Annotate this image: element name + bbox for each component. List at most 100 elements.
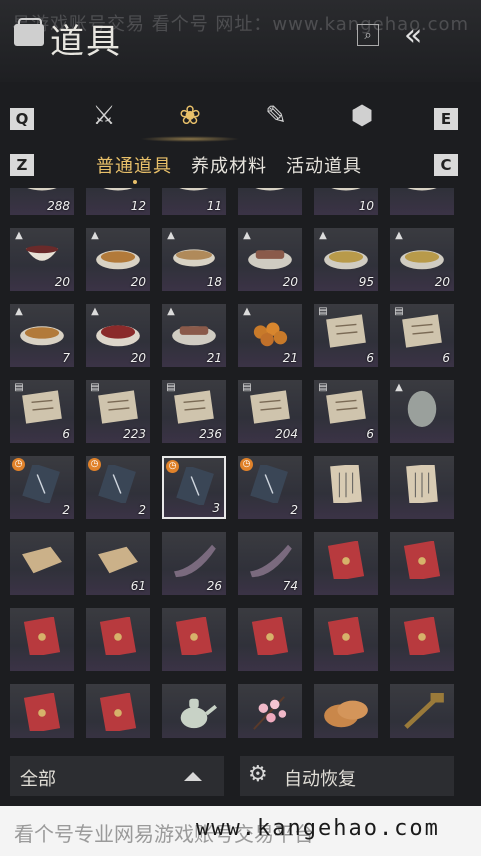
bowl-icon <box>179 188 209 191</box>
envelope-icon <box>403 617 441 655</box>
inventory-slot[interactable]: ◷ 2 <box>86 456 150 519</box>
inventory-slot[interactable] <box>390 608 454 671</box>
inventory-slot[interactable] <box>10 532 74 595</box>
inventory-slot[interactable] <box>86 608 150 671</box>
item-quantity: 61 <box>130 579 146 593</box>
inventory-slot[interactable]: ▤ 204 <box>238 380 302 443</box>
tab-weapons[interactable]: ⚔ <box>84 96 124 136</box>
inventory-slot[interactable] <box>314 532 378 595</box>
item-quantity: 288 <box>47 199 70 213</box>
envelope-icon <box>23 617 61 655</box>
inventory-slot[interactable]: ▤ 6 <box>314 380 378 443</box>
item-quantity: 20 <box>130 351 146 365</box>
inventory-slot[interactable]: 288 <box>10 188 74 215</box>
key-e[interactable]: E <box>434 108 458 130</box>
upgrade-badge-icon: ▲ <box>395 382 403 393</box>
inventory-slot[interactable]: ◷ 2 <box>10 456 74 519</box>
inventory-slot[interactable]: 26 <box>162 532 226 595</box>
cloth-icon <box>22 546 62 574</box>
bowl-icon <box>331 188 361 191</box>
inventory-slot[interactable] <box>10 684 74 738</box>
inventory-slot[interactable]: ▲ 20 <box>10 228 74 291</box>
inventory-slot[interactable] <box>314 456 378 519</box>
item-quantity: 20 <box>54 275 70 289</box>
tab-scrolls[interactable]: ✎ <box>256 96 296 136</box>
upgrade-badge-icon: ▲ <box>243 230 251 241</box>
filter-label: 全部 <box>20 769 56 790</box>
item-quantity: 2 <box>138 503 146 517</box>
key-z[interactable]: Z <box>10 154 34 176</box>
inventory-slot[interactable] <box>10 608 74 671</box>
inventory-slot[interactable]: ▲ 21 <box>238 304 302 367</box>
envelope-icon <box>327 541 365 579</box>
bag-icon <box>14 18 44 46</box>
inventory-slot[interactable]: ▲ 7 <box>10 304 74 367</box>
inventory-slot[interactable]: ▲ 18 <box>162 228 226 291</box>
inventory-slot[interactable] <box>162 608 226 671</box>
inventory-slot[interactable]: ▤ 6 <box>10 380 74 443</box>
tab-items[interactable]: ❀ <box>170 96 210 136</box>
subtab-event-items[interactable]: 活动道具 <box>286 152 362 178</box>
inventory-slot[interactable] <box>390 684 454 738</box>
document-badge-icon: ▤ <box>14 382 24 393</box>
inventory-slot[interactable]: 10 <box>314 188 378 215</box>
inventory-slot[interactable] <box>162 684 226 738</box>
inventory-slot[interactable]: 12 <box>86 188 150 215</box>
document-badge-icon: ▤ <box>394 306 404 317</box>
egg-icon <box>407 390 437 427</box>
inventory-slot[interactable]: ▲ 95 <box>314 228 378 291</box>
bowl-icon <box>255 188 285 191</box>
inventory-slot[interactable] <box>238 684 302 738</box>
inventory-slot[interactable]: ◷ 2 <box>238 456 302 519</box>
inventory-slot[interactable]: ▤ 223 <box>86 380 150 443</box>
inventory-slot[interactable]: ▲ 21 <box>162 304 226 367</box>
inventory-slot[interactable] <box>86 684 150 738</box>
item-quantity: 21 <box>282 351 298 365</box>
inventory-slot[interactable] <box>238 188 302 215</box>
item-quantity: 20 <box>434 275 450 289</box>
search-icon: ⌕ <box>364 27 372 43</box>
auto-restore-label: 自动恢复 <box>284 769 356 790</box>
inventory-slot[interactable]: ▤ 6 <box>314 304 378 367</box>
back-button[interactable]: « <box>404 18 454 54</box>
active-subtab-indicator <box>133 180 137 184</box>
tab-gems[interactable]: ⬢ <box>342 96 382 136</box>
inventory-slot[interactable] <box>238 608 302 671</box>
horn-icon <box>250 544 292 578</box>
filter-dropdown[interactable]: 全部 <box>10 756 224 796</box>
item-quantity: 6 <box>366 351 374 365</box>
inventory-slot[interactable]: ▲ 20 <box>390 228 454 291</box>
inventory-slot[interactable] <box>390 188 454 215</box>
upgrade-badge-icon: ▲ <box>243 306 251 317</box>
inventory-slot[interactable]: ▲ <box>390 380 454 443</box>
inventory-slot[interactable]: ▤ 236 <box>162 380 226 443</box>
upgrade-badge-icon: ▲ <box>15 230 23 241</box>
document-badge-icon: ▤ <box>318 306 328 317</box>
inventory-slot[interactable]: ▲ 20 <box>86 228 150 291</box>
food-icon <box>96 250 140 270</box>
subtab-growth-materials[interactable]: 养成材料 <box>191 152 267 178</box>
item-quantity: 236 <box>199 427 222 441</box>
subtab-normal-items[interactable]: 普通道具 <box>96 152 172 178</box>
inventory-slot[interactable] <box>390 456 454 519</box>
inventory-slot[interactable]: ▲ 20 <box>238 228 302 291</box>
envelope-icon <box>327 617 365 655</box>
inventory-slot[interactable]: ▤ 6 <box>390 304 454 367</box>
paper-icon <box>250 390 290 424</box>
inventory-slot[interactable]: 61 <box>86 532 150 595</box>
auto-restore-button[interactable]: ⚙ 自动恢复 <box>240 756 454 796</box>
inventory-slot[interactable] <box>390 532 454 595</box>
item-quantity: 6 <box>442 351 450 365</box>
inventory-slot[interactable]: ▲ 20 <box>86 304 150 367</box>
horn-icon <box>174 544 216 578</box>
inventory-slot[interactable]: 74 <box>238 532 302 595</box>
search-button[interactable]: ⌕ <box>357 24 379 46</box>
key-q[interactable]: Q <box>10 108 34 130</box>
inventory-slot[interactable]: ◷ 3 <box>162 456 226 519</box>
crossed-swords-icon: ⚔ <box>92 101 116 131</box>
key-c[interactable]: C <box>434 154 458 176</box>
inventory-slot[interactable] <box>314 608 378 671</box>
inventory-slot[interactable]: 11 <box>162 188 226 215</box>
inventory-slot[interactable] <box>314 684 378 738</box>
paper-icon <box>98 390 138 424</box>
